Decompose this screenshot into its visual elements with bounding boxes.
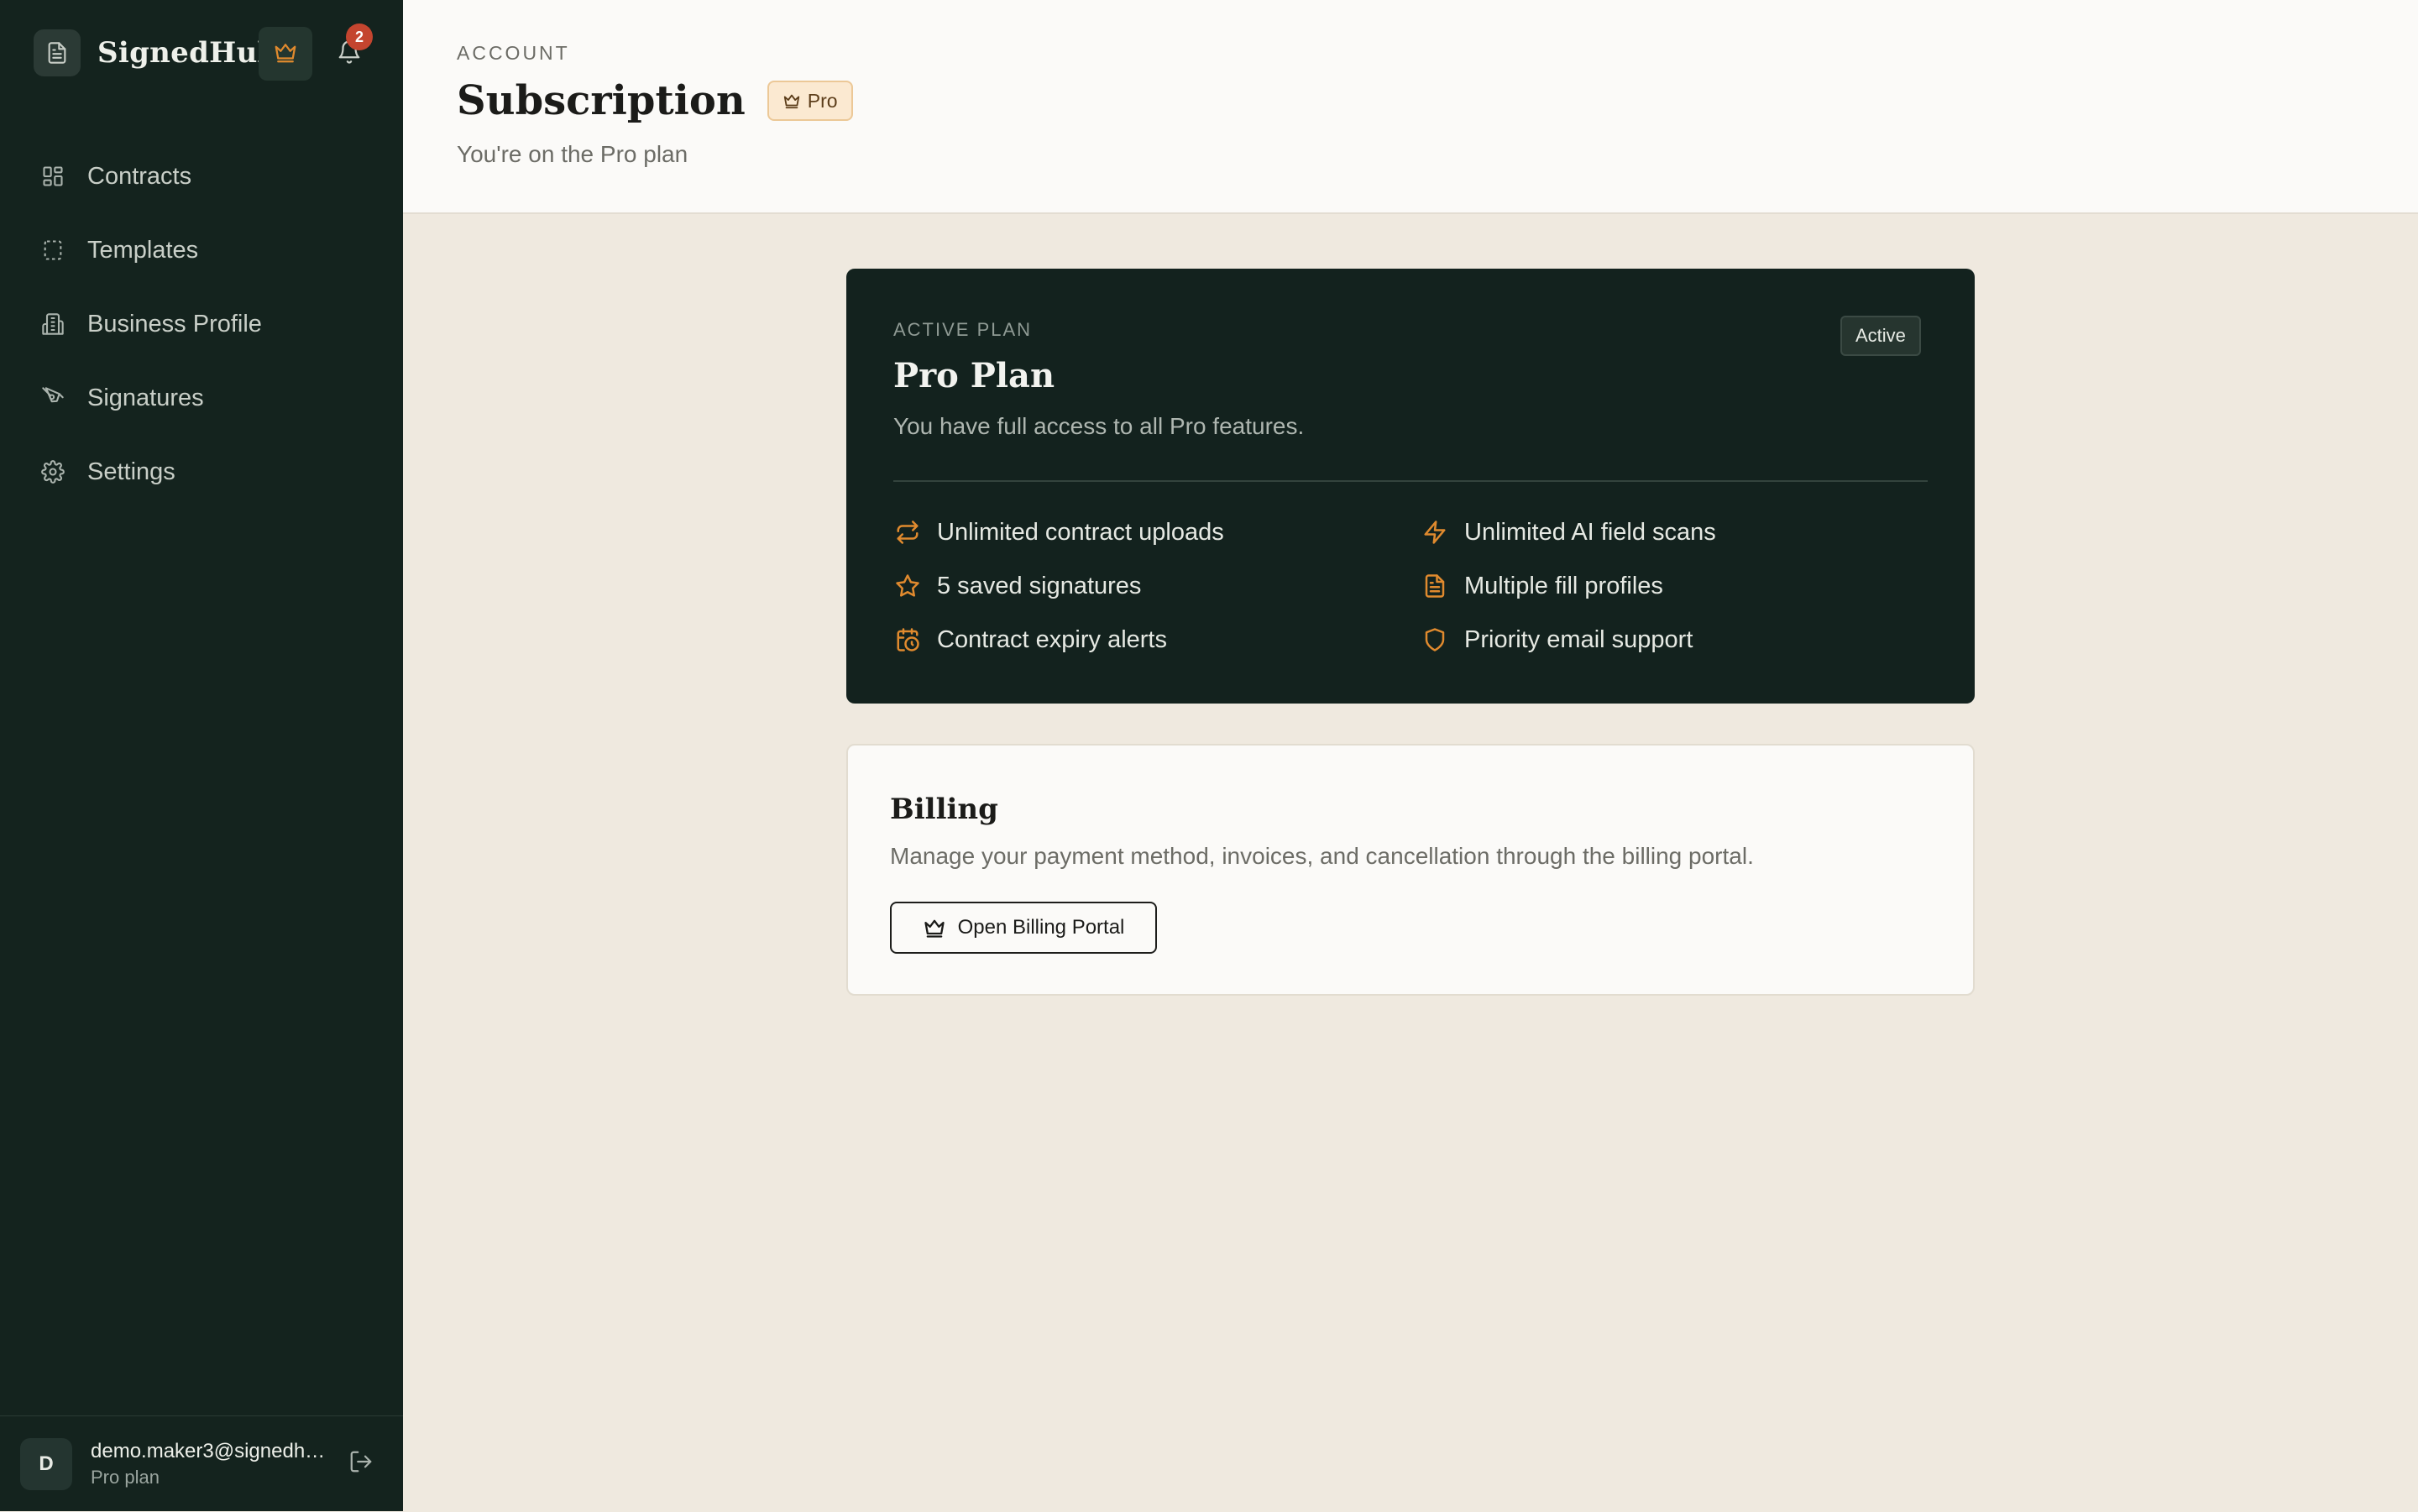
feature-label: 5 saved signatures: [937, 572, 1142, 599]
zap-icon: [1421, 518, 1449, 547]
open-billing-portal-button[interactable]: Open Billing Portal: [890, 902, 1157, 954]
page-header: ACCOUNT Subscription Pro You're on the P…: [403, 0, 2418, 214]
billing-description: Manage your payment method, invoices, an…: [890, 843, 1754, 869]
sidebar-item-templates[interactable]: Templates: [0, 213, 403, 287]
sidebar-item-settings[interactable]: Settings: [0, 435, 403, 509]
feature-label: Unlimited contract uploads: [937, 518, 1224, 546]
crown-icon: [782, 92, 801, 110]
sidebar-item-signatures[interactable]: Signatures: [0, 361, 403, 435]
upgrade-crown-button[interactable]: [259, 27, 312, 81]
grid-icon: [40, 164, 65, 189]
app-name: SignedHub: [97, 36, 278, 70]
logout-button[interactable]: [343, 1445, 379, 1482]
title-row: Subscription Pro: [457, 77, 853, 124]
page-title: Subscription: [457, 77, 746, 124]
brand[interactable]: SignedHub: [34, 27, 278, 79]
gear-icon: [40, 459, 65, 484]
sidebar-item-label: Signatures: [87, 384, 204, 411]
sidebar-item-label: Templates: [87, 236, 199, 264]
feature-item: Unlimited AI field scans: [1421, 514, 1716, 551]
user-plan: Pro plan: [91, 1467, 160, 1488]
plan-label: ACTIVE PLAN: [893, 319, 1033, 340]
sidebar-item-contracts[interactable]: Contracts: [0, 139, 403, 213]
logout-icon: [348, 1449, 374, 1478]
building-icon: [40, 311, 65, 337]
user-account-bar[interactable]: D demo.maker3@signedhub.com Pro plan: [0, 1415, 403, 1512]
feature-label: Unlimited AI field scans: [1464, 518, 1716, 546]
button-label: Open Billing Portal: [957, 916, 1125, 939]
sidebar-item-label: Business Profile: [87, 310, 262, 337]
user-email: demo.maker3@signedhub.com: [91, 1440, 326, 1462]
shield-icon: [1421, 625, 1449, 654]
calendar-clock-icon: [893, 625, 922, 654]
pen-icon: [40, 385, 65, 411]
pro-badge-label: Pro: [807, 89, 838, 112]
feature-label: Multiple fill profiles: [1464, 572, 1663, 599]
sidebar-item-label: Contracts: [87, 162, 192, 190]
feature-item: Contract expiry alerts: [893, 621, 1167, 658]
active-plan-card: ACTIVE PLAN Pro Plan You have full acces…: [846, 269, 1975, 704]
page-subtitle: You're on the Pro plan: [457, 141, 688, 167]
star-icon: [893, 572, 922, 600]
user-info: demo.maker3@signedhub.com Pro plan: [91, 1440, 326, 1488]
sidebar-item-business-profile[interactable]: Business Profile: [0, 287, 403, 361]
notification-count-badge: 2: [346, 24, 373, 50]
divider: [893, 480, 1928, 482]
sidebar-item-label: Settings: [87, 458, 175, 485]
dashed-square-icon: [40, 238, 65, 263]
file-text-icon: [1421, 572, 1449, 600]
billing-card: Billing Manage your payment method, invo…: [846, 744, 1975, 996]
plan-description: You have full access to all Pro features…: [893, 413, 1305, 439]
plan-name: Pro Plan: [893, 356, 1055, 395]
feature-item: Multiple fill profiles: [1421, 568, 1663, 604]
sidebar: SignedHub 2 Contracts Templates Business…: [0, 0, 403, 1511]
feature-label: Contract expiry alerts: [937, 625, 1167, 653]
sidebar-nav: Contracts Templates Business Profile Sig…: [0, 139, 403, 509]
pro-badge: Pro: [767, 81, 853, 121]
repeat-icon: [893, 518, 922, 547]
feature-item: 5 saved signatures: [893, 568, 1141, 604]
feature-item: Priority email support: [1421, 621, 1693, 658]
status-badge: Active: [1840, 316, 1921, 356]
feature-label: Priority email support: [1464, 625, 1693, 653]
breadcrumb: ACCOUNT: [457, 42, 570, 64]
document-icon: [34, 29, 81, 76]
feature-item: Unlimited contract uploads: [893, 514, 1224, 551]
billing-title: Billing: [890, 793, 998, 826]
crown-icon: [272, 39, 299, 69]
crown-icon: [923, 916, 946, 939]
avatar: D: [20, 1438, 72, 1490]
